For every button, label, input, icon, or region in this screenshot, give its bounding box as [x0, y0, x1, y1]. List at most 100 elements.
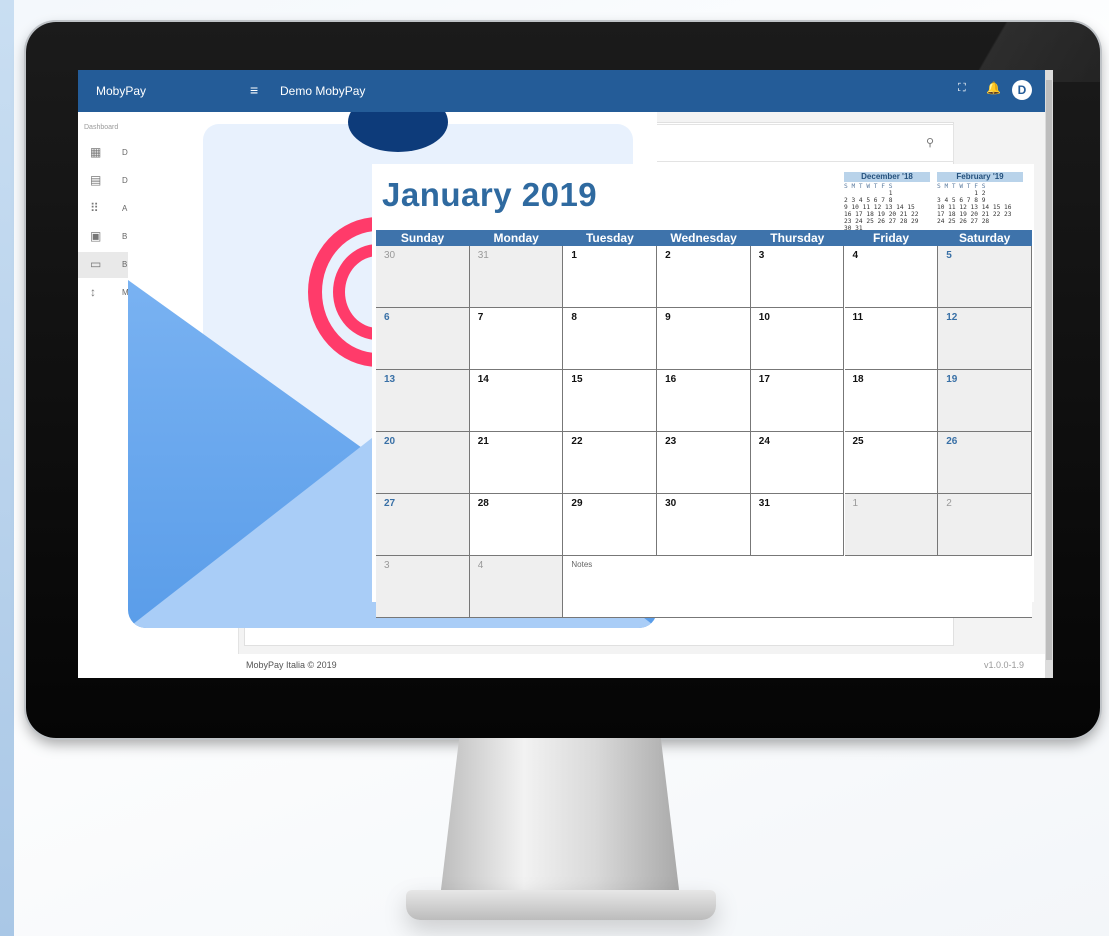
calendar-weekday-header: Sunday Monday Tuesday Wednesday Thursday Frid…: [376, 230, 1032, 246]
users-icon: ⠿: [90, 201, 99, 215]
calendar-day-cell[interactable]: 31: [750, 494, 845, 556]
calendar-day-number: 1: [852, 498, 859, 509]
avatar[interactable]: D: [1012, 80, 1032, 100]
calendar-day-cell[interactable]: 15: [563, 370, 658, 432]
calendar-day-number: 11: [852, 312, 864, 323]
calendar-day-cell[interactable]: 6: [376, 308, 470, 370]
search-input[interactable]: [648, 124, 954, 162]
search-icon[interactable]: ⚲: [926, 136, 934, 149]
calendar-day-cell[interactable]: 14: [469, 370, 564, 432]
calendar-day-cell[interactable]: 20: [376, 432, 470, 494]
sidebar-item-label: A: [122, 204, 128, 213]
calendar-day-cell[interactable]: 24: [750, 432, 845, 494]
calendar-day-cell[interactable]: 31: [469, 246, 564, 308]
mini-calendar-row: 16 17 18 19 20 21 22: [844, 211, 919, 218]
store-icon: ▣: [90, 229, 102, 243]
calendar-day-cell[interactable]: 2: [938, 494, 1032, 556]
mini-calendar-row: 9 10 11 12 13 14 15: [844, 204, 915, 211]
sort-icon: ↕: [90, 285, 96, 299]
sidebar-item-label: D: [122, 148, 128, 157]
mini-calendar-row: 1: [844, 190, 893, 197]
monitor-base: [406, 890, 716, 920]
menu-icon[interactable]: ≡: [250, 82, 258, 98]
calendar-day-cell[interactable]: 13: [376, 370, 470, 432]
calendar-notes-area[interactable]: Notes: [563, 556, 1032, 618]
mini-calendar-december: December '18 S M T W T F S 1 2 3 4 5 6 7…: [844, 172, 930, 232]
weekday-header: Saturday: [959, 231, 1011, 245]
calendar-day-number: 26: [946, 436, 958, 447]
calendar-day-number: 1: [571, 250, 577, 261]
calendar-day-cell[interactable]: 4: [844, 246, 939, 308]
calendar-day-number: 31: [477, 250, 489, 261]
calendar-day-cell[interactable]: 21: [469, 432, 564, 494]
mini-calendar-row: 23 24 25 26 27 28 29: [844, 218, 919, 225]
calendar-day-cell[interactable]: 28: [469, 494, 564, 556]
mini-calendar-february: February '19 S M T W T F S 1 2 3 4 5 6 7…: [937, 172, 1023, 225]
calendar-day-number: 15: [571, 374, 583, 385]
calendar-day-cell[interactable]: 8: [563, 308, 658, 370]
calendar-day-cell[interactable]: 27: [376, 494, 470, 556]
mini-calendar-row: 24 25 26 27 28: [937, 218, 990, 225]
calendar-day-number: 22: [571, 436, 583, 447]
calendar-day-cell[interactable]: 9: [657, 308, 751, 370]
calendar-day-cell[interactable]: 23: [657, 432, 751, 494]
calendar-day-cell[interactable]: 22: [563, 432, 658, 494]
calendar-day-cell[interactable]: 26: [938, 432, 1032, 494]
calendar-day-number: 7: [477, 312, 484, 323]
calendar-day-number: 28: [477, 498, 489, 509]
calendar-day-cell[interactable]: 5: [938, 246, 1032, 308]
background-strip: [0, 0, 14, 936]
footer-version: v1.0.0-1.9: [984, 660, 1025, 670]
calendar-day-number: 5: [946, 250, 952, 261]
calendar-day-number: 14: [477, 374, 489, 385]
calendar-day-cell[interactable]: 19: [938, 370, 1032, 432]
calendar-day-cell[interactable]: 30: [376, 246, 470, 308]
building-icon: ▤: [90, 173, 102, 187]
calendar-day-number: 30: [665, 498, 677, 509]
calendar-day-cell[interactable]: 12: [938, 308, 1032, 370]
sidebar-item-label: D: [122, 176, 128, 185]
calendar-day-cell[interactable]: 30: [657, 494, 751, 556]
weekday-header: Friday: [872, 231, 909, 245]
calendar-day-number: 19: [946, 374, 958, 385]
calendar-day-number: 2: [665, 250, 671, 261]
mini-calendar-row: 3 4 5 6 7 8 9: [937, 197, 986, 204]
calendar-title: January 2019: [382, 176, 598, 213]
scrollbar[interactable]: [1045, 70, 1053, 678]
calendar-day-cell[interactable]: 1: [844, 494, 939, 556]
app-topbar: MobyPay ≡ Demo MobyPay ⛶ 🔔 D: [78, 70, 1045, 112]
notes-label: Notes: [571, 560, 593, 569]
dashboard-icon: ▦: [90, 145, 102, 159]
calendar-day-number: 17: [758, 374, 770, 385]
calendar-day-cell[interactable]: 17: [750, 370, 845, 432]
calendar-day-number: 25: [852, 436, 864, 447]
calendar-day-number: 6: [384, 312, 390, 323]
calendar-day-cell[interactable]: 29: [563, 494, 658, 556]
mini-calendar-weekdays: S M T W T F S: [844, 183, 893, 190]
calendar-day-cell[interactable]: 18: [844, 370, 939, 432]
calendar-day-cell[interactable]: 1: [563, 246, 658, 308]
calendar-day-number: 4: [477, 560, 484, 571]
calendar-day-cell[interactable]: 10: [750, 308, 845, 370]
calendar-day-number: 16: [665, 374, 677, 385]
weekday-header: Tuesday: [585, 231, 634, 245]
calendar-day-cell[interactable]: 3: [750, 246, 845, 308]
scroll-thumb[interactable]: [1046, 80, 1052, 660]
sidebar-caption: Dashboard: [84, 124, 119, 131]
calendar-day-cell[interactable]: 16: [657, 370, 751, 432]
weekday-header: Monday: [493, 231, 539, 245]
fullscreen-icon[interactable]: ⛶: [958, 82, 966, 95]
calendar-day-number: 21: [477, 436, 489, 447]
calendar-day-cell[interactable]: 4: [469, 556, 564, 618]
calendar-day-number: 9: [665, 312, 671, 323]
calendar-day-cell[interactable]: 3: [376, 556, 470, 618]
calendar-day-cell[interactable]: 11: [844, 308, 939, 370]
sidebar-item-label: B: [122, 232, 128, 241]
calendar-day-cell[interactable]: 7: [469, 308, 564, 370]
calendar-day-number: 8: [571, 312, 577, 323]
app-title: Demo MobyPay: [280, 84, 366, 98]
calendar-day-cell[interactable]: 25: [844, 432, 939, 494]
calendar-day-number: 30: [384, 250, 396, 261]
calendar-day-cell[interactable]: 2: [657, 246, 751, 308]
bell-icon[interactable]: 🔔: [986, 81, 1001, 95]
